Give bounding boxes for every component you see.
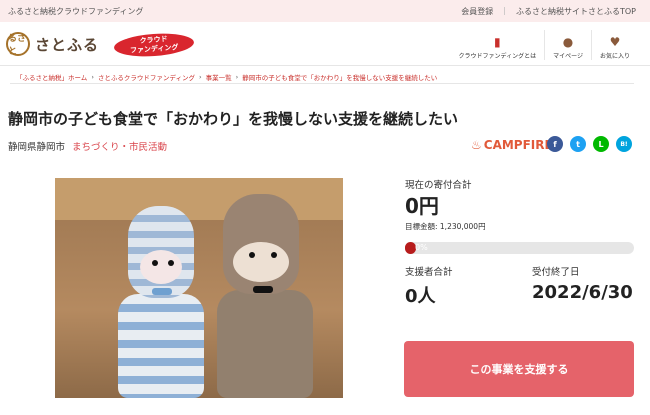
breadcrumb-home[interactable]: 「ふるさと納税」ホーム	[16, 72, 87, 82]
twitter-icon[interactable]: t	[570, 136, 586, 152]
top-bar: ふるさと納税クラウドファンディング 会員登録 | ふるさと納税サイトさとふるTO…	[0, 0, 650, 22]
satofull-logo[interactable]: るさと さとふる	[6, 32, 100, 57]
support-button[interactable]: この事業を支援する	[404, 341, 634, 397]
deadline-label: 受付終了日	[532, 267, 580, 278]
target-amount: 目標金額: 1,230,000円	[405, 222, 486, 231]
monkey-bow	[152, 288, 172, 295]
nav-favorites[interactable]: ♥ お気に入り	[590, 30, 638, 60]
monkey-face	[233, 242, 289, 282]
breadcrumb-crowdfunding[interactable]: さとふるクラウドファンディング	[98, 72, 195, 82]
breadcrumb: 「ふるさと納税」ホーム › さとふるクラウドファンディング › 事業一覧 › 静…	[10, 70, 634, 84]
current-total-amount: 0円	[405, 194, 439, 218]
top-links: 会員登録 | ふるさと納税サイトさとふるTOP	[461, 6, 636, 17]
logo-mark: るさと	[6, 32, 30, 57]
satofull-top-link[interactable]: ふるさと納税サイトさとふるTOP	[516, 6, 636, 17]
nav-mypage[interactable]: ● マイページ	[544, 30, 591, 60]
line-icon[interactable]: L	[593, 136, 609, 152]
breadcrumb-projects[interactable]: 事業一覧	[206, 72, 232, 82]
nav-about-crowdfunding[interactable]: ▮ クラウドファンディングとは	[451, 30, 545, 60]
crowdfunding-badge[interactable]: クラウド ファンディング	[113, 31, 195, 59]
breadcrumb-separator: ›	[235, 72, 239, 81]
supporters-count: 0人	[405, 286, 436, 307]
sock-monkey-blue	[110, 206, 210, 398]
user-icon: ●	[562, 35, 574, 49]
nav-label: クラウドファンディングとは	[458, 53, 537, 60]
campfire-text: CAMPFIRE	[483, 138, 553, 152]
monkey-bow	[253, 286, 273, 293]
book-icon: ▮	[493, 35, 501, 49]
progress-bar: 0%	[405, 242, 634, 254]
progress-percent: 0%	[415, 243, 428, 252]
deadline-date: 2022/6/30	[532, 282, 633, 303]
breadcrumb-separator: ›	[198, 72, 202, 81]
social-share: f t L B!	[547, 136, 632, 152]
heart-icon: ♥	[609, 35, 621, 49]
monkey-face	[140, 250, 182, 284]
logo-text: さとふる	[35, 35, 100, 54]
project-photo	[55, 178, 343, 398]
site-header: るさと さとふる クラウド ファンディング ▮ クラウドファンディングとは ● …	[0, 22, 650, 66]
monkey-body	[217, 290, 313, 398]
divider: |	[503, 6, 506, 15]
project-category[interactable]: まちづくり・市民活動	[72, 139, 167, 153]
facebook-icon[interactable]: f	[547, 136, 563, 152]
header-nav: ▮ クラウドファンディングとは ● マイページ ♥ お気に入り	[451, 30, 639, 60]
register-link[interactable]: 会員登録	[461, 6, 493, 17]
nav-label: マイページ	[553, 53, 583, 60]
breadcrumb-current[interactable]: 静岡市の子ども食堂で「おかわり」を我慢しない支援を継続したい	[242, 72, 437, 82]
breadcrumb-separator: ›	[91, 72, 94, 81]
nav-label: お気に入り	[599, 53, 630, 60]
site-name: ふるさと納税クラウドファンディング	[8, 7, 144, 16]
monkey-body	[118, 294, 204, 398]
campfire-logo[interactable]: ♨ CAMPFIRE	[471, 138, 553, 152]
monkey-eye	[168, 260, 174, 266]
current-total-label: 現在の寄付合計	[405, 180, 472, 191]
flame-icon: ♨	[471, 138, 482, 152]
monkey-eye	[152, 260, 158, 266]
monkey-eye	[249, 252, 255, 258]
monkey-eye	[271, 252, 277, 258]
project-location: 静岡県静岡市	[8, 142, 66, 153]
supporters-label: 支援者合計	[405, 267, 453, 278]
hatena-icon[interactable]: B!	[616, 136, 632, 152]
sock-monkey-brown	[213, 194, 317, 398]
page-title: 静岡市の子ども食堂で「おかわり」を我慢しない支援を継続したい	[8, 110, 459, 128]
